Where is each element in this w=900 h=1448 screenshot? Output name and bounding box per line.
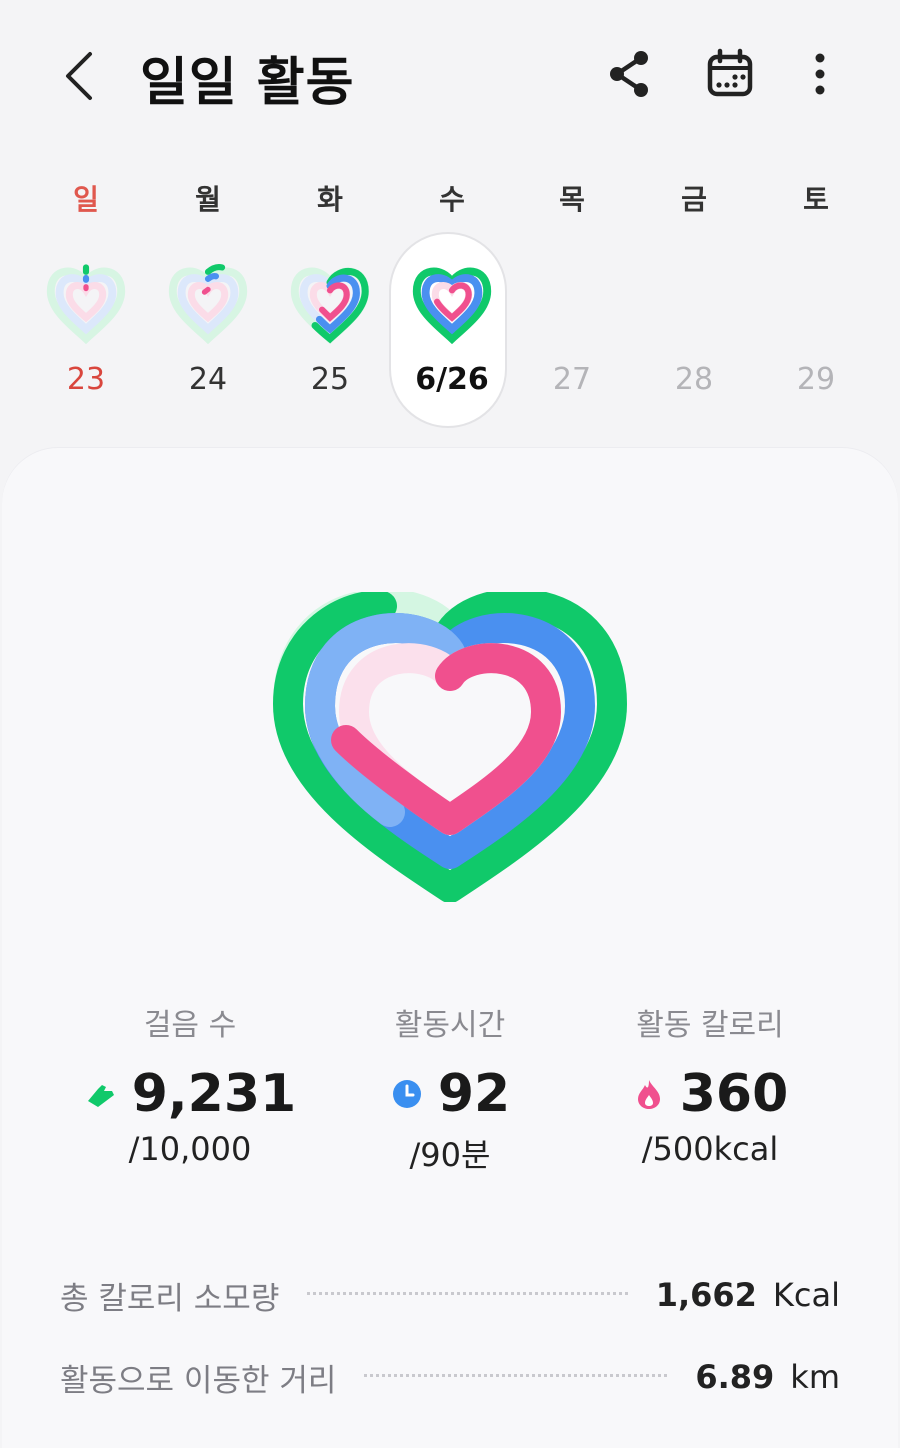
activity-rings-heart[interactable] [270, 592, 630, 902]
clock-icon [392, 1080, 421, 1108]
day-date-label: 28 [674, 362, 714, 397]
day-date-label: 24 [188, 362, 228, 397]
chevron-left-icon[interactable] [58, 46, 108, 106]
day-of-week-label: 금 [681, 183, 707, 216]
more-vertical-icon[interactable] [790, 44, 850, 104]
calendar-icon[interactable] [700, 44, 760, 104]
day-date-label: 29 [796, 362, 836, 397]
summary-distance[interactable]: 활동으로 이동한 거리 6.89 km [60, 1352, 840, 1402]
stat-active-time[interactable]: 활동시간 92 /90분 [320, 1000, 580, 1176]
activity-stats: 걸음 수 9,231 /10,000 활동시간 92 /90분 활동 칼로리 3 [0, 1000, 900, 1200]
page-title: 일일 활동 [140, 53, 355, 113]
activity-heart-icon [40, 264, 132, 344]
summary-unit: Kcal [772, 1276, 840, 1314]
day-of-week-label: 일 [73, 183, 99, 216]
day-date-label: 27 [552, 362, 592, 397]
flame-icon [637, 1080, 660, 1109]
summary-value: 1,662 [655, 1276, 757, 1314]
summary-value: 6.89 [695, 1358, 775, 1396]
day-date-label: 6/26 [415, 362, 489, 397]
day-friday[interactable]: 금 28 [634, 170, 754, 430]
stat-value: 360 [679, 1064, 789, 1124]
day-date-label: 23 [66, 362, 106, 397]
stat-steps[interactable]: 걸음 수 9,231 /10,000 [60, 1000, 320, 1168]
stat-goal: /500kcal [641, 1130, 779, 1168]
week-selector: 일 23 월 24 화 25 수 6/26 목 27 금 28 토 29 [0, 170, 900, 430]
stat-goal: /90분 [409, 1136, 491, 1174]
day-wednesday-selected[interactable]: 수 6/26 [389, 170, 512, 430]
summary-label: 활동으로 이동한 거리 [60, 1362, 337, 1399]
share-icon[interactable] [600, 44, 660, 104]
day-of-week-label: 토 [803, 183, 829, 216]
stat-label: 활동시간 [394, 1008, 506, 1043]
dotted-leader [307, 1291, 628, 1295]
day-saturday[interactable]: 토 29 [756, 170, 876, 430]
stat-value: 92 [437, 1064, 511, 1124]
activity-heart-icon [162, 263, 254, 344]
stat-calories[interactable]: 활동 칼로리 360 /500kcal [580, 1000, 840, 1168]
day-of-week-label: 수 [439, 183, 465, 216]
shoe-icon [87, 1085, 114, 1107]
day-of-week-label: 목 [559, 183, 585, 216]
dotted-leader [364, 1373, 668, 1377]
day-tuesday[interactable]: 화 25 [270, 170, 390, 430]
summary-unit: km [790, 1358, 840, 1396]
day-of-week-label: 월 [195, 183, 221, 216]
day-date-label: 25 [310, 362, 350, 397]
stat-label: 걸음 수 [143, 1008, 237, 1043]
activity-heart-icon [284, 256, 376, 344]
day-of-week-label: 화 [317, 183, 343, 216]
day-monday[interactable]: 월 24 [148, 170, 268, 430]
summary-label: 총 칼로리 소모량 [60, 1280, 280, 1317]
summary-total-calories[interactable]: 총 칼로리 소모량 1,662 Kcal [60, 1270, 840, 1320]
stat-goal: /10,000 [128, 1130, 252, 1168]
day-sunday[interactable]: 일 23 [26, 170, 146, 430]
stat-label: 활동 칼로리 [636, 1008, 784, 1043]
day-thursday[interactable]: 목 27 [512, 170, 632, 430]
stat-value: 9,231 [131, 1064, 297, 1124]
app-header: 일일 활동 [0, 0, 900, 150]
activity-heart-icon [406, 256, 498, 344]
